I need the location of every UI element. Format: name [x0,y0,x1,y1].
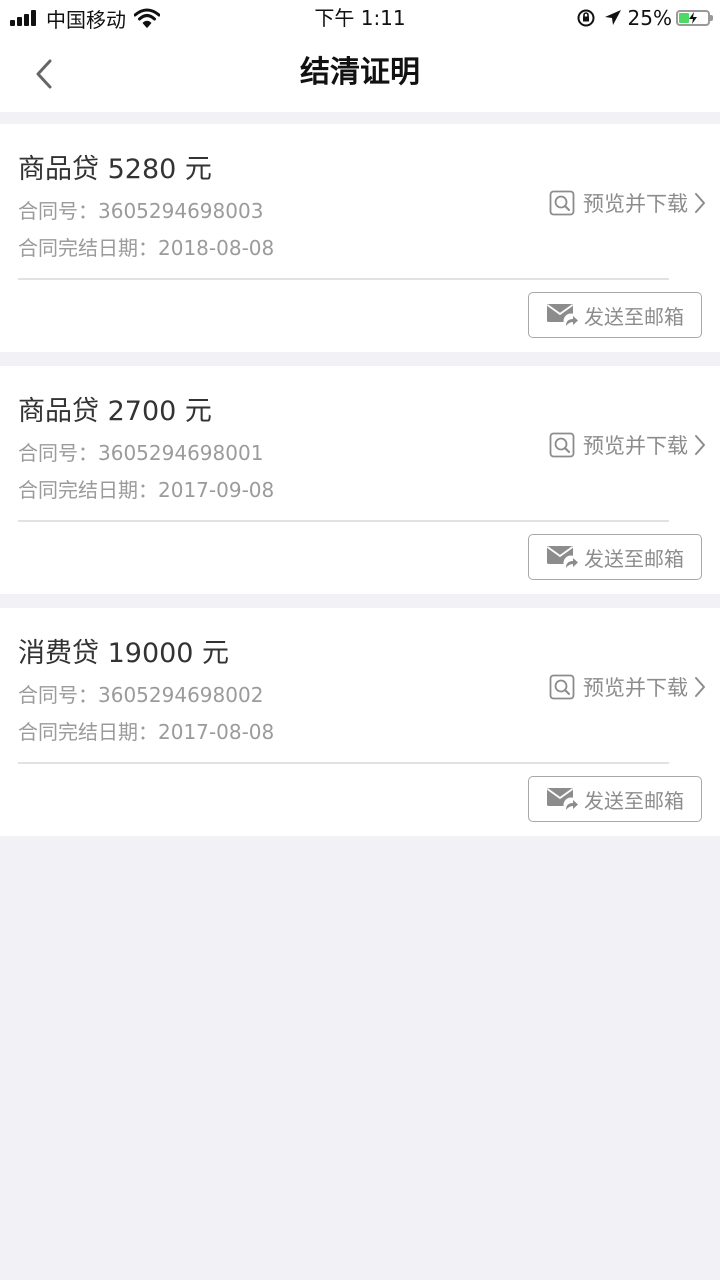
mail-forward-icon [546,788,579,813]
contract-number: 合同号：3605294698001 [18,438,263,468]
loan-card: 消费贷 19000 元 合同号：3605294698002 合同完结日期：201… [0,608,720,836]
preview-download-link[interactable]: 预览并下载 [549,428,706,462]
mail-forward-icon [546,304,579,329]
preview-search-icon [549,432,575,458]
completion-date: 合同完结日期：2017-08-08 [18,717,274,747]
contract-label: 合同号： [18,441,98,465]
loan-card: 商品贷 5280 元 合同号：3605294698003 合同完结日期：2018… [0,124,720,352]
location-arrow-icon [604,10,621,25]
divider [18,762,669,764]
preview-download-link[interactable]: 预览并下载 [549,670,706,704]
contract-value: 3605294698003 [98,199,264,223]
send-to-email-button[interactable]: 发送至邮箱 [528,534,702,580]
preview-download-label: 预览并下载 [583,434,688,458]
date-value: 2017-09-08 [158,478,275,502]
contract-value: 3605294698002 [98,683,264,707]
completion-date: 合同完结日期：2018-08-08 [18,233,274,263]
contract-label: 合同号： [18,199,98,223]
divider [18,278,669,280]
preview-download-link[interactable]: 预览并下载 [549,186,706,220]
status-bar-right: 25% [576,4,713,32]
contract-value: 3605294698001 [98,441,264,465]
chevron-right-icon [695,677,705,697]
navigation-bar: 结清证明 [0,36,720,112]
mail-forward-icon [546,546,579,571]
send-to-email-label: 发送至邮箱 [584,304,684,329]
loan-title: 商品贷 5280 元 [18,154,212,185]
certificate-list: 商品贷 5280 元 合同号：3605294698003 合同完结日期：2018… [0,124,720,850]
contract-number: 合同号：3605294698003 [18,196,263,226]
date-label: 合同完结日期： [18,720,158,744]
page-title: 结清证明 [300,55,420,90]
date-value: 2018-08-08 [158,236,275,260]
divider [18,520,669,522]
send-to-email-button[interactable]: 发送至邮箱 [528,776,702,822]
chevron-right-icon [695,193,705,213]
preview-search-icon [549,674,575,700]
status-bar: 中国移动 下午 1:11 25% [0,0,720,36]
preview-download-label: 预览并下载 [583,192,688,216]
battery-charging-icon [676,10,713,26]
date-value: 2017-08-08 [158,720,275,744]
loan-title: 商品贷 2700 元 [18,396,212,427]
date-label: 合同完结日期： [18,478,158,502]
contract-label: 合同号： [18,683,98,707]
send-to-email-label: 发送至邮箱 [584,788,684,813]
send-to-email-label: 发送至邮箱 [584,546,684,571]
loan-title: 消费贷 19000 元 [18,638,230,669]
orientation-lock-icon [577,9,595,27]
completion-date: 合同完结日期：2017-09-08 [18,475,274,505]
loan-card: 商品贷 2700 元 合同号：3605294698001 合同完结日期：2017… [0,366,720,594]
send-to-email-button[interactable]: 发送至邮箱 [528,292,702,338]
preview-download-label: 预览并下载 [583,676,688,700]
contract-number: 合同号：3605294698002 [18,680,263,710]
battery-percent: 25% [627,6,672,30]
chevron-right-icon [695,435,705,455]
date-label: 合同完结日期： [18,236,158,260]
preview-search-icon [549,190,575,216]
